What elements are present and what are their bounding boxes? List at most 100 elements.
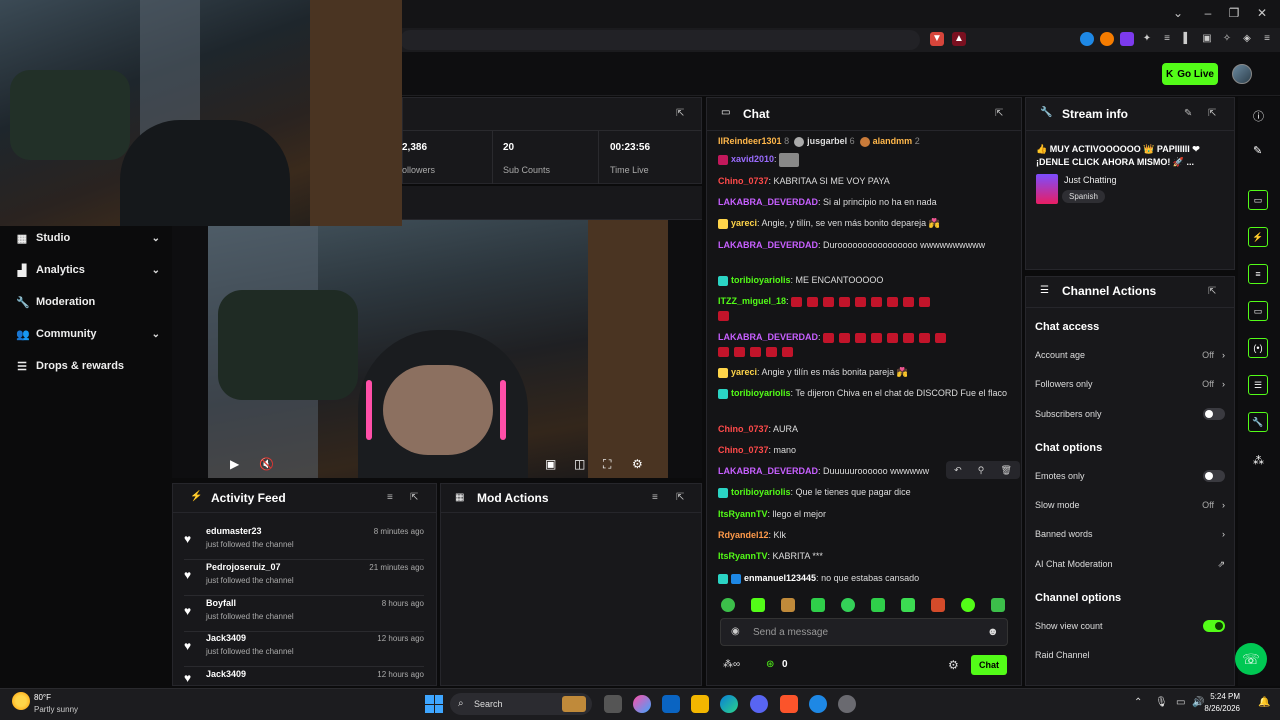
settings-gear-icon[interactable]: ⚙ xyxy=(632,457,643,471)
chat-send-button[interactable]: Chat xyxy=(971,655,1007,675)
chat-username[interactable]: LAKABRA_DEVERDAD xyxy=(718,332,818,342)
clip-icon[interactable]: ◫ xyxy=(574,457,585,471)
filter-icon[interactable]: ≡ xyxy=(652,492,658,503)
chat-username[interactable]: Chino_0737 xyxy=(718,424,769,434)
edit-icon[interactable]: ✎ xyxy=(1184,108,1192,119)
fullscreen-icon[interactable]: ⛶ xyxy=(603,457,611,472)
emote-icon[interactable] xyxy=(991,598,1005,612)
sparkle-icon[interactable]: ✧ xyxy=(1220,32,1234,46)
discord-icon[interactable] xyxy=(750,695,768,713)
chat-input[interactable]: ◉ Send a message ☻ xyxy=(720,618,1008,646)
emotes-only-toggle[interactable] xyxy=(1203,470,1225,482)
emote-icon[interactable] xyxy=(931,598,945,612)
trash-icon[interactable]: 🗑 xyxy=(1000,465,1011,476)
microphone-icon[interactable]: 🎙 xyxy=(1155,697,1168,708)
emote-icon[interactable] xyxy=(901,598,915,612)
chat-username[interactable]: toribioyariolis xyxy=(731,388,791,398)
emote-icon[interactable] xyxy=(751,598,765,612)
emote-icon[interactable] xyxy=(841,598,855,612)
sidebar-item-community[interactable]: 👥 Community ⌄ xyxy=(16,324,160,344)
chat-username[interactable]: ItsRyannTV xyxy=(718,551,768,561)
chat-username[interactable]: LAKABRA_DEVERDAD xyxy=(718,197,818,207)
extension-icon[interactable] xyxy=(1120,32,1134,46)
shield-icon[interactable]: ◈ xyxy=(1240,32,1254,46)
emote-icon[interactable] xyxy=(721,598,735,612)
chat-username[interactable]: xavid2010 xyxy=(731,154,774,164)
follower-name[interactable]: Boyfall xyxy=(206,598,236,608)
brave-icon[interactable] xyxy=(780,695,798,713)
outlook-icon[interactable] xyxy=(662,695,680,713)
edge-icon[interactable] xyxy=(720,695,738,713)
pin-icon[interactable]: ⚲ xyxy=(978,465,985,476)
followers-only-row[interactable]: Followers only Off › xyxy=(1035,376,1225,392)
network-icon[interactable]: ▭ xyxy=(1176,697,1185,708)
account-age-row[interactable]: Account age Off › xyxy=(1035,347,1225,363)
reply-icon[interactable]: ↶ xyxy=(954,465,962,476)
subscribers-only-toggle[interactable] xyxy=(1203,408,1225,420)
playlist-icon[interactable]: ≡ xyxy=(1160,32,1174,46)
chat-username[interactable]: toribioyariolis xyxy=(731,487,791,497)
category-thumbnail[interactable] xyxy=(1036,174,1058,204)
info-icon[interactable]: ⓘ xyxy=(1253,108,1264,124)
file-explorer-icon[interactable] xyxy=(691,695,709,713)
sidebar-item-moderation[interactable]: 🔧 Moderation xyxy=(16,292,160,312)
window-dropdown-icon[interactable]: ⌄ xyxy=(1170,6,1186,20)
sidebar-item-analytics[interactable]: ▟ Analytics ⌄ xyxy=(16,260,160,280)
video-player[interactable] xyxy=(208,220,668,478)
share-icon[interactable]: ⁂ xyxy=(1253,454,1264,467)
chat-username[interactable]: LAKABRA_DEVERDAD xyxy=(718,466,818,476)
wallet-icon[interactable]: ▣ xyxy=(1200,32,1214,46)
chat-username[interactable]: ItsRyannTV xyxy=(718,509,768,519)
show-view-count-toggle[interactable] xyxy=(1203,620,1225,632)
chat-username[interactable]: Chino_0737 xyxy=(718,445,769,455)
category-name[interactable]: Just Chatting xyxy=(1064,175,1117,185)
notification-bell-icon[interactable]: 🔔 xyxy=(1258,697,1270,708)
extension-icon[interactable] xyxy=(1100,32,1114,46)
app-icon[interactable] xyxy=(809,695,827,713)
share-icon[interactable]: ⁂∞ xyxy=(723,659,740,670)
emote-icon[interactable] xyxy=(961,598,975,612)
broadcast-icon[interactable]: (•) xyxy=(1248,338,1268,358)
support-chat-button[interactable]: ☏ xyxy=(1235,643,1267,675)
follower-name[interactable]: Pedrojoseruiz_07 xyxy=(206,562,281,572)
weather-icon[interactable] xyxy=(12,692,30,710)
chat-username[interactable]: Rdyandel12 xyxy=(718,530,769,540)
ai-moderation-row[interactable]: AI Chat Moderation ⇗ xyxy=(1035,556,1225,572)
sidebar-icon[interactable]: ▌ xyxy=(1180,32,1194,46)
clock-date[interactable]: 8/26/2026 xyxy=(1200,704,1240,713)
chat-username[interactable]: enmanuel123445 xyxy=(744,573,816,583)
emoji-icon[interactable]: ☻ xyxy=(987,626,999,638)
wrench-icon[interactable]: 🔧 xyxy=(1248,412,1268,432)
popout-icon[interactable]: ⇱ xyxy=(410,492,418,503)
filter-icon[interactable]: ≡ xyxy=(387,492,393,503)
extension-icon[interactable] xyxy=(1080,32,1094,46)
follower-name[interactable]: Jack3409 xyxy=(206,633,246,643)
smile-icon[interactable]: ◉ xyxy=(731,626,740,637)
stack-icon[interactable]: ☰ xyxy=(1248,375,1268,395)
popout-icon[interactable]: ⇱ xyxy=(995,108,1003,119)
brave-shield-icon[interactable]: ▼ xyxy=(930,32,944,46)
windows-start-icon[interactable] xyxy=(425,695,443,713)
emote-icon[interactable] xyxy=(781,598,795,612)
address-bar[interactable] xyxy=(400,30,920,50)
play-icon[interactable]: ▶ xyxy=(230,457,239,471)
chat-username[interactable]: ITZZ_miguel_18 xyxy=(718,296,786,306)
rewards-icon[interactable]: ▲ xyxy=(952,32,966,46)
banned-words-row[interactable]: Banned words › xyxy=(1035,526,1225,542)
chevron-up-icon[interactable]: ⌃ xyxy=(1134,697,1142,708)
taskbar-search[interactable]: ⌕ Search xyxy=(450,693,592,715)
chat-username[interactable]: yareci xyxy=(731,367,757,377)
obs-icon[interactable] xyxy=(838,695,856,713)
emote-icon[interactable] xyxy=(871,598,885,612)
layout-icon[interactable]: ▭ xyxy=(1248,190,1268,210)
bolt-icon[interactable]: ⚡ xyxy=(1248,227,1268,247)
theater-icon[interactable]: ▣ xyxy=(545,457,556,471)
leaderboard-user[interactable]: IlReindeer1301 xyxy=(718,136,782,146)
chat-bubble-icon[interactable]: ▭ xyxy=(1248,301,1268,321)
leaderboard-user[interactable]: jusgarbel xyxy=(807,136,847,146)
raid-channel-row[interactable]: Raid Channel xyxy=(1035,647,1225,663)
sidebar-item-studio[interactable]: ▦ Studio ⌄ xyxy=(16,228,160,248)
chat-username[interactable]: toribioyariolis xyxy=(731,275,791,285)
popout-icon[interactable]: ⇱ xyxy=(1208,108,1216,119)
avatar[interactable] xyxy=(1232,64,1252,84)
